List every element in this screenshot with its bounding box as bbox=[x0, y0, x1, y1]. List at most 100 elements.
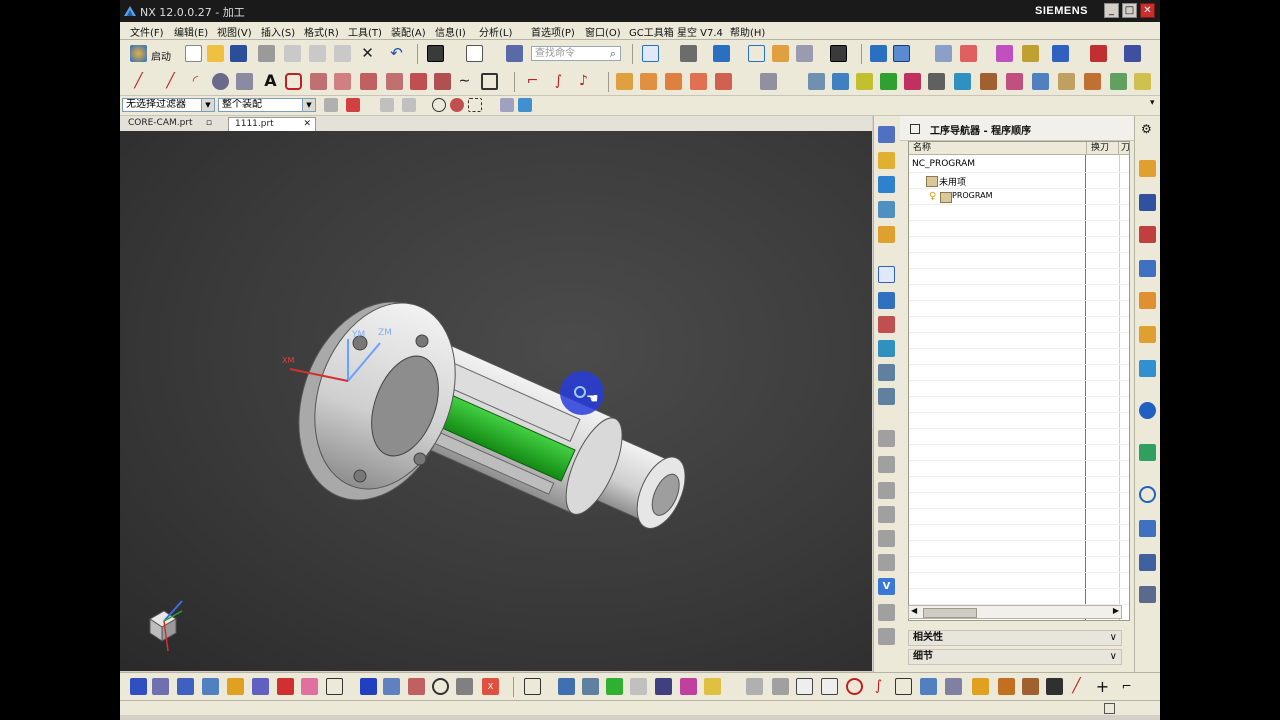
fit-view-icon[interactable] bbox=[642, 45, 659, 62]
hide-icon[interactable] bbox=[796, 45, 813, 62]
menu-gc-toolbox[interactable]: GC工具箱 bbox=[629, 24, 674, 39]
trim-curve-icon[interactable]: ⌐ bbox=[524, 73, 541, 90]
gouge-check-icon[interactable] bbox=[582, 678, 599, 695]
shop-docs-icon[interactable] bbox=[878, 628, 895, 645]
tool-edit-icon[interactable] bbox=[878, 430, 895, 447]
display-mode-icon[interactable] bbox=[466, 45, 483, 62]
arc-icon[interactable]: ◜ bbox=[187, 73, 204, 90]
stock-icon[interactable] bbox=[202, 678, 219, 695]
assembly-scope-dropdown[interactable]: 整个装配 ▼ bbox=[218, 98, 316, 112]
end-point-icon[interactable] bbox=[450, 98, 464, 112]
save-icon[interactable] bbox=[230, 45, 247, 62]
tool-path-icon[interactable] bbox=[252, 678, 269, 695]
intersect-curve-icon[interactable] bbox=[360, 73, 377, 90]
view-select-icon[interactable] bbox=[500, 98, 514, 112]
part-geometry-icon[interactable] bbox=[277, 678, 294, 695]
scroll-right-icon[interactable]: ▶ bbox=[1113, 606, 1119, 615]
trim-body-icon[interactable] bbox=[1084, 73, 1101, 90]
multi-select-icon[interactable] bbox=[920, 678, 937, 695]
undo-icon[interactable]: ↶ bbox=[388, 45, 405, 62]
search-icon[interactable]: ⌕ bbox=[606, 47, 620, 61]
pattern-icon[interactable] bbox=[760, 73, 777, 90]
grid-toggle-icon[interactable] bbox=[796, 678, 813, 695]
hd3d-tab-icon[interactable] bbox=[1139, 326, 1156, 343]
create-program-icon[interactable] bbox=[878, 126, 895, 143]
cube-select-icon[interactable] bbox=[518, 98, 532, 112]
delete-icon[interactable]: ✕ bbox=[359, 45, 376, 62]
column-name[interactable]: 名称 bbox=[909, 142, 1087, 155]
edge-color-icon[interactable] bbox=[830, 45, 847, 62]
spline-icon[interactable]: ∼ bbox=[456, 73, 473, 90]
verify-icon[interactable]: V bbox=[878, 578, 895, 595]
spindle-icon[interactable] bbox=[1022, 678, 1039, 695]
part-model[interactable]: YM ZM XM bbox=[120, 131, 872, 671]
thread-mill-icon[interactable] bbox=[456, 678, 473, 695]
cutter-icon[interactable] bbox=[972, 678, 989, 695]
display-path-icon[interactable] bbox=[655, 678, 672, 695]
create-operation-icon[interactable] bbox=[878, 226, 895, 243]
program-order-view-icon[interactable] bbox=[878, 266, 895, 283]
revolve-icon[interactable] bbox=[236, 73, 253, 90]
subtract-icon[interactable] bbox=[690, 73, 707, 90]
background-icon[interactable] bbox=[427, 45, 444, 62]
cavity-mill-icon[interactable] bbox=[360, 678, 377, 695]
general-select-icon[interactable] bbox=[324, 98, 338, 112]
material-icon[interactable] bbox=[704, 678, 721, 695]
shaded-cube-icon[interactable] bbox=[713, 45, 730, 62]
shell-icon[interactable] bbox=[954, 73, 971, 90]
check-tools-icon[interactable] bbox=[945, 678, 962, 695]
wireframe-cube-icon[interactable] bbox=[748, 45, 765, 62]
postprocess-icon[interactable] bbox=[878, 604, 895, 621]
body-select-icon[interactable] bbox=[380, 98, 394, 112]
tree-row-nc-program[interactable]: NC_PROGRAM bbox=[909, 157, 1129, 173]
paste-icon[interactable] bbox=[334, 45, 351, 62]
offset-curve-icon[interactable] bbox=[310, 73, 327, 90]
graphics-viewport[interactable]: YM ZM XM ☚ bbox=[120, 131, 872, 671]
settings-gear-icon[interactable]: ⚙ bbox=[1141, 122, 1152, 136]
replace-face-icon[interactable] bbox=[1032, 73, 1049, 90]
reuse-library-tab-icon[interactable] bbox=[1139, 292, 1156, 309]
feature-select-icon[interactable] bbox=[346, 98, 360, 112]
select-mode-icon[interactable] bbox=[893, 45, 910, 62]
color-path-icon[interactable] bbox=[606, 678, 623, 695]
details-panel[interactable]: 细节 ∨ bbox=[908, 649, 1122, 665]
blank-geometry-icon[interactable] bbox=[301, 678, 318, 695]
open-folder-icon[interactable] bbox=[207, 45, 224, 62]
menu-assembly[interactable]: 装配(A) bbox=[391, 24, 426, 39]
workpiece-icon[interactable] bbox=[152, 678, 169, 695]
menu-edit[interactable]: 编辑(E) bbox=[174, 24, 208, 39]
boundary-icon[interactable] bbox=[326, 678, 343, 695]
layout-icon[interactable] bbox=[524, 678, 541, 695]
orient-view-icon[interactable] bbox=[870, 45, 887, 62]
chamfer-icon[interactable] bbox=[904, 73, 921, 90]
command-finder-icon[interactable] bbox=[506, 45, 523, 62]
operation-navigator-tab-icon[interactable] bbox=[1139, 160, 1156, 177]
snap-icon[interactable] bbox=[960, 45, 977, 62]
close-button[interactable]: ✕ bbox=[1140, 3, 1155, 18]
fixed-contour-icon[interactable] bbox=[408, 678, 425, 695]
start-label[interactable]: 启动 bbox=[151, 48, 171, 63]
text-icon[interactable]: A bbox=[262, 72, 279, 89]
grid-icon[interactable] bbox=[1090, 45, 1107, 62]
assembly-navigator-tab-icon[interactable] bbox=[1139, 260, 1156, 277]
minimize-button[interactable]: _ bbox=[1104, 3, 1119, 18]
blend-icon[interactable] bbox=[880, 73, 897, 90]
cut-params-icon[interactable] bbox=[878, 456, 895, 473]
box-select-icon[interactable] bbox=[468, 98, 482, 112]
scrollbar-thumb[interactable] bbox=[923, 608, 977, 618]
rectangle-icon[interactable] bbox=[481, 73, 498, 90]
snap-point-icon[interactable] bbox=[432, 98, 446, 112]
zlevel-icon[interactable] bbox=[383, 678, 400, 695]
hole-icon[interactable] bbox=[928, 73, 945, 90]
machine-navigator-tab-icon[interactable] bbox=[1139, 194, 1156, 211]
layer-icon[interactable] bbox=[935, 45, 952, 62]
wrap-curve-icon[interactable] bbox=[434, 73, 451, 90]
menu-tools[interactable]: 工具(T) bbox=[348, 24, 382, 39]
tool-display-icon[interactable] bbox=[680, 678, 697, 695]
tree-row-program[interactable]: ♀ PROGRAM bbox=[909, 189, 1129, 205]
crosshair-icon[interactable]: + bbox=[1094, 678, 1111, 695]
start-icon[interactable] bbox=[130, 45, 147, 62]
program-icon[interactable] bbox=[130, 678, 147, 695]
tab-close-icon[interactable]: ▫ bbox=[206, 117, 212, 130]
non-cutting-moves-icon[interactable] bbox=[878, 482, 895, 499]
